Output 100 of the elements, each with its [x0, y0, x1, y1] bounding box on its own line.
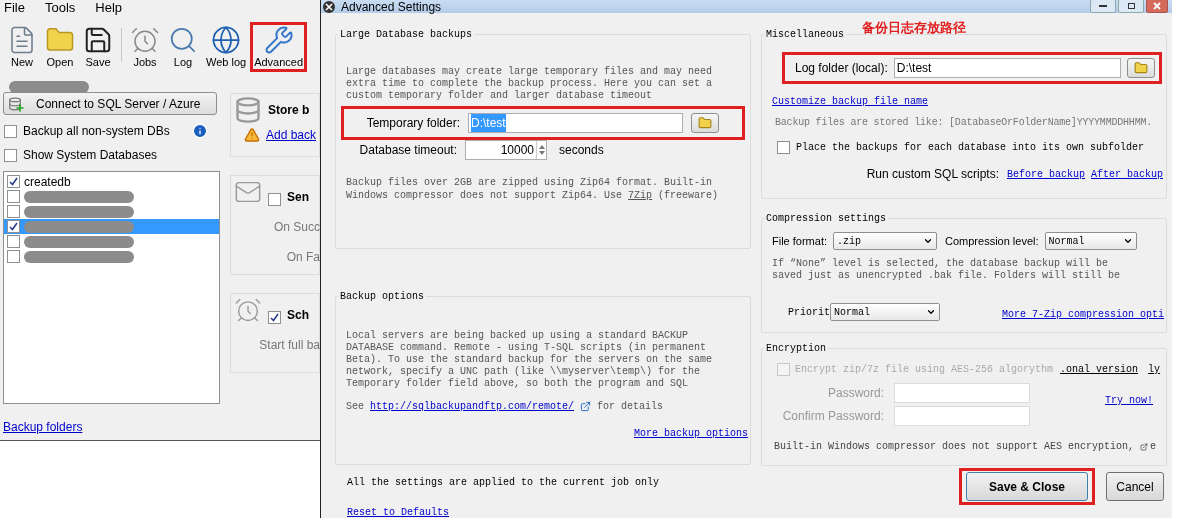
list-item[interactable]: createdb: [4, 174, 219, 189]
description-text: Large databases may create large temporary files and may need extra time to complete the backup process. Here you can set a custom temporary folder and larger database timeout: [346, 66, 714, 102]
annotation-text: 备份日志存放路径: [862, 19, 966, 37]
encryption-note: Built-in Windows compressor does not support AES encryption,: [774, 440, 1135, 454]
card-title: Sch: [287, 307, 309, 324]
checkbox-label: Show System Databases: [23, 147, 158, 164]
checkbox[interactable]: [268, 193, 281, 206]
card-title: Sen: [287, 189, 309, 206]
card-title: Store b: [268, 102, 310, 119]
more-options-link[interactable]: More backup options: [633, 426, 748, 441]
maximize-button[interactable]: [1118, 0, 1144, 13]
dropdown[interactable]: Normal: [830, 303, 940, 321]
field-label: File format:: [772, 233, 827, 249]
dialog-button[interactable]: Cancel: [1106, 472, 1164, 501]
field-label: Temporary folder:: [365, 115, 460, 132]
card-text: On Succ: [273, 219, 320, 236]
toolbar-button[interactable]: New: [6, 25, 38, 69]
checkbox[interactable]: [7, 205, 20, 218]
field-label: Run custom SQL scripts:: [866, 166, 999, 183]
compression-options-link[interactable]: More 7-Zip compression opti: [1001, 309, 1164, 320]
7zip-link[interactable]: 7Zip: [628, 190, 653, 201]
info-icon: [191, 123, 208, 139]
wrench-icon: [263, 25, 294, 55]
remote-link[interactable]: http://sqlbackupandftp.com/remote/: [370, 399, 575, 414]
script-link[interactable]: Before backup: [1006, 166, 1085, 182]
customize-link[interactable]: Customize backup file name: [772, 96, 929, 107]
footer-note: All the settings are applied to the current job only: [347, 476, 661, 490]
card-text: On Fa: [286, 249, 320, 266]
checkbox-label: Backup all non-system DBs: [23, 123, 170, 140]
field-label: Priorit: [788, 305, 830, 320]
pro-link[interactable]: .onal version: [1060, 362, 1139, 377]
add-link[interactable]: Add back: [266, 126, 317, 144]
database-add-icon: [8, 96, 22, 111]
backup-folders-link[interactable]: Backup folders: [3, 418, 230, 436]
checkbox[interactable]: [7, 235, 20, 248]
field-label: Compression level:: [945, 233, 1039, 249]
menu-item[interactable]: Help: [95, 0, 123, 14]
close-icon: [1153, 2, 1161, 10]
checkbox[interactable]: [268, 311, 281, 324]
checkbox[interactable]: [7, 190, 20, 203]
unit-label: seconds: [559, 142, 604, 159]
database-name: createdb: [24, 173, 71, 191]
toolbar-button[interactable]: Open: [44, 25, 76, 69]
group-title: Backup options: [339, 290, 425, 304]
reset-link[interactable]: Reset to Defaults: [347, 507, 450, 518]
compression-note: If “None” level is selected, the database backup will be saved just as unencrypted .bak file. Folders will still be: [772, 258, 1122, 282]
external-link-icon: [580, 401, 592, 412]
checkbox[interactable]: [4, 124, 17, 138]
checkbox[interactable]: [7, 220, 20, 233]
connect-button[interactable]: Connect to SQL Server / Azure: [3, 92, 217, 115]
minimize-button[interactable]: [1090, 0, 1116, 13]
external-link-icon: [1140, 441, 1148, 452]
alarm-clock-icon: [234, 296, 262, 324]
input-field[interactable]: D:\test: [893, 58, 1121, 78]
stored-like-text: Backup files are stored like: [DatabaseOrFolderName]YYYYMMDDHHMM.: [775, 116, 1154, 130]
script-link[interactable]: After backup: [1091, 166, 1163, 182]
toolbar-button[interactable]: Log: [167, 25, 199, 69]
password-field[interactable]: [894, 383, 1030, 403]
field-label: Log folder (local):: [795, 60, 888, 77]
checkbox[interactable]: [777, 141, 790, 154]
maximize-icon: [1127, 3, 1135, 9]
browse-button[interactable]: [691, 113, 719, 133]
checkbox-label: Place the backups for each database into its own subfolder: [796, 141, 1145, 155]
group-title: Large Database backups: [339, 28, 474, 42]
toolbar-button[interactable]: Advanced: [253, 25, 305, 69]
warning-icon: [244, 127, 260, 143]
password-field[interactable]: [894, 406, 1030, 426]
database-icon: [234, 96, 262, 124]
window-title: Advanced Settings: [341, 0, 442, 13]
number-spinner[interactable]: 10000: [465, 140, 547, 160]
app-icon: [323, 0, 335, 13]
folder-icon: [1134, 61, 1148, 75]
try-now-link[interactable]: Try now!: [1105, 395, 1153, 406]
pro-tail-text: ly: [1148, 363, 1161, 377]
dropdown[interactable]: .zip: [833, 232, 937, 250]
browse-button[interactable]: [1127, 58, 1155, 78]
menu-item[interactable]: File: [4, 0, 25, 14]
close-button[interactable]: [1146, 0, 1168, 13]
see-text: See: [346, 400, 364, 414]
description-text: Local servers are being backed up using a standard BACKUP DATABASE command. Remote - using T-SQL scripts (in permanent Beta). To use the standard backup for the servers on the same network, specify a UNC path (like \\myserver\temp\) for the Temporary folder field above, so both the program and SQL: [346, 330, 714, 390]
zip64-note: Backup files over 2GB are zipped using Zip64 format. Built-in Windows compressor does not support Zip64. Use 7Zip (freeware): [346, 176, 720, 202]
minimize-icon: [1099, 5, 1107, 7]
checkbox[interactable]: [7, 250, 20, 263]
dialog-button[interactable]: Save & Close: [966, 472, 1088, 501]
alarm-clock-icon: [130, 25, 160, 55]
note-tail-text: e: [1150, 440, 1156, 454]
checkbox[interactable]: [4, 148, 17, 162]
toolbar-button[interactable]: Web log: [205, 25, 248, 69]
folder-icon: [698, 116, 712, 130]
toolbar-button[interactable]: Save: [82, 25, 114, 69]
toolbar-button[interactable]: Jobs: [129, 25, 161, 69]
spinner-arrows-icon: [536, 141, 546, 159]
field-label: Password:: [826, 385, 884, 402]
dropdown[interactable]: Normal: [1044, 232, 1137, 250]
group-title: Miscellaneous: [765, 28, 845, 42]
details-text: for details: [597, 400, 664, 414]
magnifier-icon: [168, 25, 198, 55]
checkbox[interactable]: [7, 175, 20, 188]
checkbox-label: Encrypt zip/7z file using AES-256 algorythm: [795, 363, 1054, 377]
menu-item[interactable]: Tools: [44, 0, 76, 14]
